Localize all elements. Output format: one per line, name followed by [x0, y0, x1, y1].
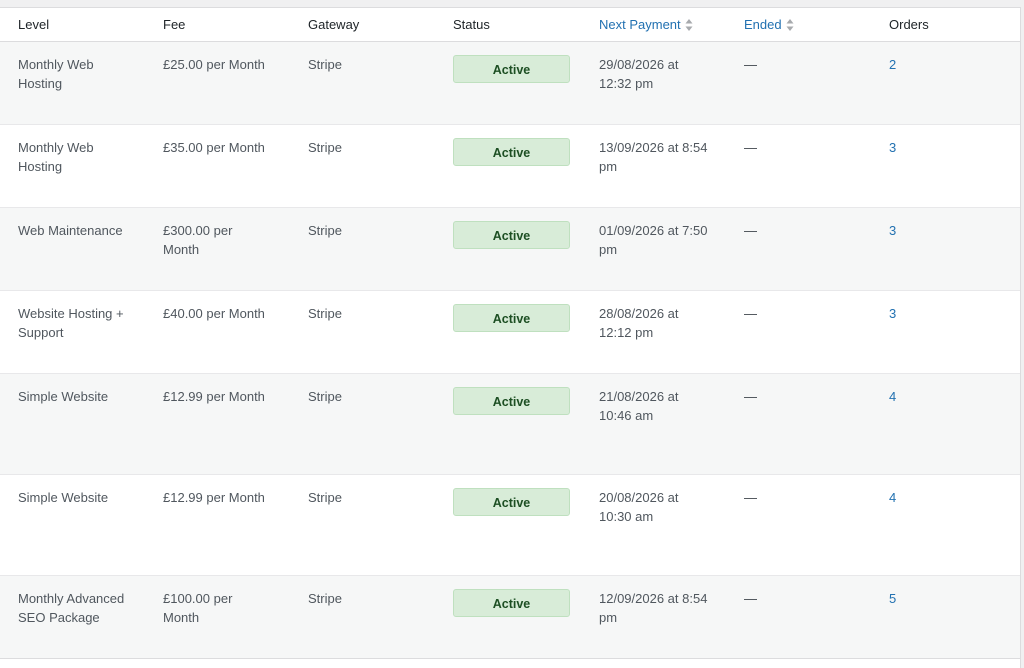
orders-cell: 3: [871, 124, 1020, 208]
next-payment-cell: 13/09/2026 at 8:54 pm: [581, 124, 726, 208]
orders-link[interactable]: 3: [889, 223, 896, 238]
sort-arrows-icon: [685, 18, 693, 32]
next-payment-cell: 29/08/2026 at 12:32 pm: [581, 41, 726, 125]
table-row: Web Maintenance £300.00 per Month Stripe…: [0, 207, 1020, 291]
orders-link[interactable]: 4: [889, 490, 896, 505]
orders-link[interactable]: 3: [889, 306, 896, 321]
orders-cell: 3: [871, 207, 1020, 291]
ended-cell: —: [726, 373, 871, 475]
fee-cell: £300.00 per Month: [145, 207, 290, 291]
level-cell: Web Maintenance: [0, 207, 145, 291]
subscriptions-table-panel: Level Fee Gateway Status Next Payment En…: [0, 7, 1021, 668]
orders-link[interactable]: 3: [889, 140, 896, 155]
gateway-cell: Stripe: [290, 124, 435, 208]
orders-link[interactable]: 4: [889, 389, 896, 404]
status-cell: Active: [435, 290, 581, 374]
column-header-status: Status: [435, 8, 581, 42]
next-payment-cell: 21/08/2026 at 10:46 am: [581, 373, 726, 475]
next-payment-cell: 01/09/2026 at 7:50 pm: [581, 207, 726, 291]
orders-cell: 5: [871, 575, 1020, 659]
status-cell: Active: [435, 207, 581, 291]
column-header-next-payment-label: Next Payment: [599, 16, 681, 32]
status-badge: Active: [453, 488, 570, 516]
fee-cell: £35.00 per Month: [145, 124, 290, 208]
status-badge: Active: [453, 221, 570, 249]
orders-cell: 4: [871, 474, 1020, 576]
orders-cell: 3: [871, 290, 1020, 374]
fee-cell: £12.99 per Month: [145, 373, 290, 475]
column-header-level: Level: [0, 8, 145, 42]
column-header-next-payment[interactable]: Next Payment: [581, 8, 726, 42]
status-badge: Active: [453, 589, 570, 617]
gateway-cell: Stripe: [290, 474, 435, 576]
level-cell: Monthly Web Hosting: [0, 41, 145, 125]
fee-cell: £40.00 per Month: [145, 290, 290, 374]
ended-cell: —: [726, 207, 871, 291]
next-payment-cell: 28/08/2026 at 12:12 pm: [581, 290, 726, 374]
table-header-row: Level Fee Gateway Status Next Payment En…: [0, 8, 1020, 42]
level-cell: Monthly Advanced SEO Package: [0, 575, 145, 659]
ended-cell: —: [726, 575, 871, 659]
status-cell: Active: [435, 575, 581, 659]
status-cell: Active: [435, 41, 581, 125]
ended-cell: —: [726, 474, 871, 576]
status-badge: Active: [453, 55, 570, 83]
table-row: Monthly Web Hosting £35.00 per Month Str…: [0, 124, 1020, 208]
orders-link[interactable]: 2: [889, 57, 896, 72]
gateway-cell: Stripe: [290, 207, 435, 291]
status-badge: Active: [453, 138, 570, 166]
orders-link[interactable]: 5: [889, 591, 896, 606]
column-header-ended[interactable]: Ended: [726, 8, 871, 42]
subscriptions-table: Level Fee Gateway Status Next Payment En…: [0, 8, 1020, 659]
orders-cell: 4: [871, 373, 1020, 475]
status-badge: Active: [453, 304, 570, 332]
next-payment-cell: 12/09/2026 at 8:54 pm: [581, 575, 726, 659]
gateway-cell: Stripe: [290, 373, 435, 475]
column-header-gateway: Gateway: [290, 8, 435, 42]
table-row: Simple Website £12.99 per Month Stripe A…: [0, 373, 1020, 475]
orders-cell: 2: [871, 41, 1020, 125]
ended-cell: —: [726, 290, 871, 374]
table-row: Monthly Web Hosting £25.00 per Month Str…: [0, 41, 1020, 125]
level-cell: Simple Website: [0, 373, 145, 475]
table-row: Simple Website £12.99 per Month Stripe A…: [0, 474, 1020, 576]
fee-cell: £25.00 per Month: [145, 41, 290, 125]
sort-arrows-icon: [786, 18, 794, 32]
column-header-orders: Orders: [871, 8, 1020, 42]
table-row: Monthly Advanced SEO Package £100.00 per…: [0, 575, 1020, 659]
status-cell: Active: [435, 373, 581, 475]
ended-cell: —: [726, 124, 871, 208]
status-badge: Active: [453, 387, 570, 415]
table-row: Website Hosting + Support £40.00 per Mon…: [0, 290, 1020, 374]
ended-cell: —: [726, 41, 871, 125]
fee-cell: £12.99 per Month: [145, 474, 290, 576]
level-cell: Website Hosting + Support: [0, 290, 145, 374]
next-payment-cell: 20/08/2026 at 10:30 am: [581, 474, 726, 576]
fee-cell: £100.00 per Month: [145, 575, 290, 659]
level-cell: Monthly Web Hosting: [0, 124, 145, 208]
status-cell: Active: [435, 124, 581, 208]
gateway-cell: Stripe: [290, 41, 435, 125]
column-header-ended-label: Ended: [744, 16, 782, 32]
level-cell: Simple Website: [0, 474, 145, 576]
gateway-cell: Stripe: [290, 290, 435, 374]
column-header-fee: Fee: [145, 8, 290, 42]
gateway-cell: Stripe: [290, 575, 435, 659]
status-cell: Active: [435, 474, 581, 576]
